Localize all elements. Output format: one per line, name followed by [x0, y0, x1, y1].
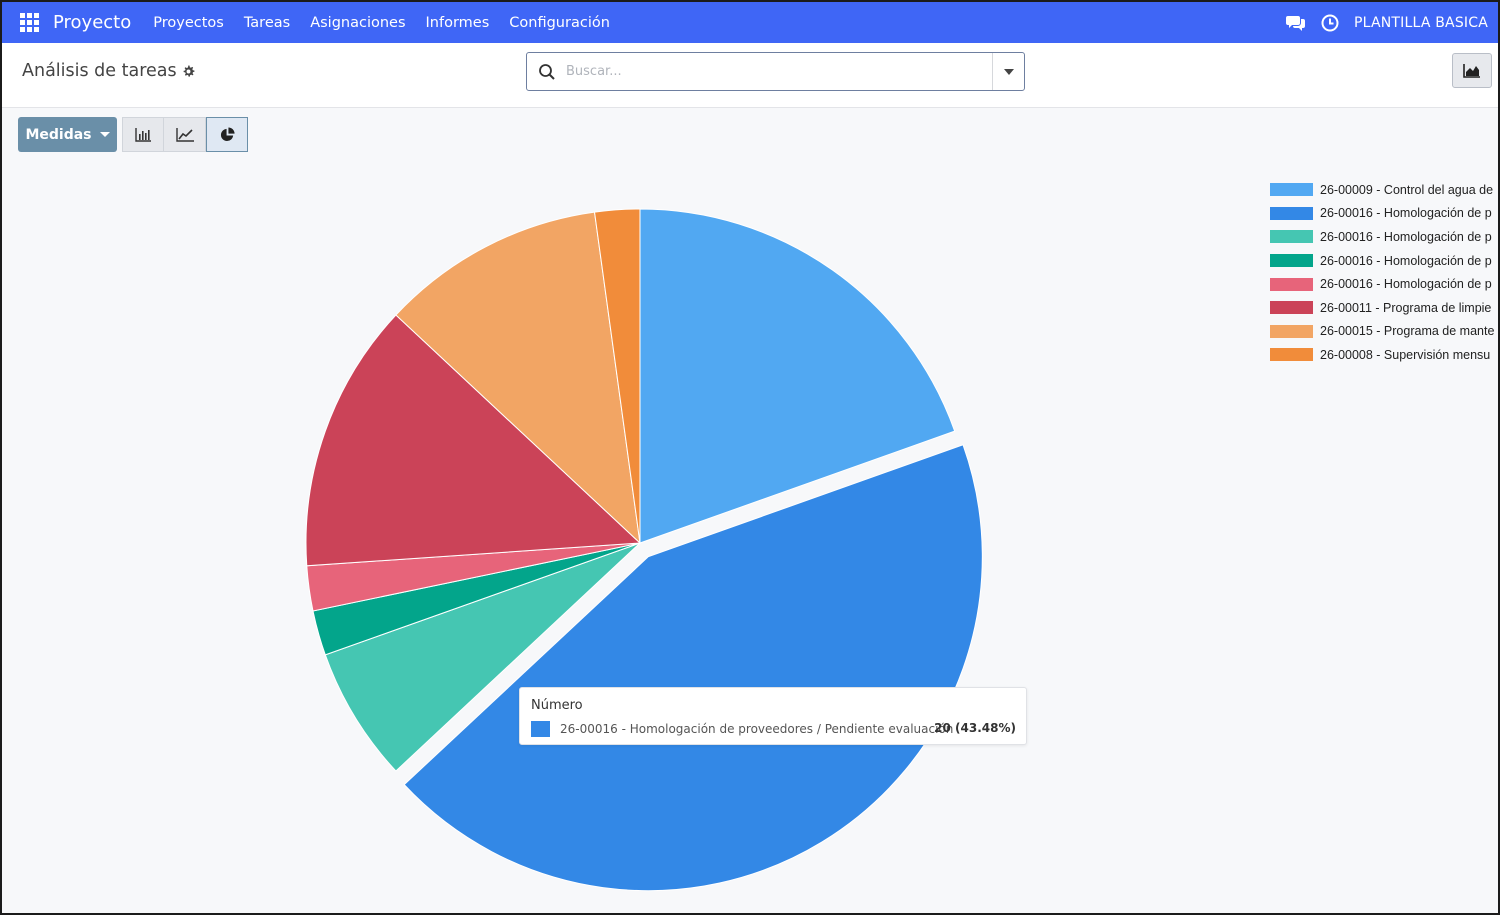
- tooltip-value: 20 (43.48%): [934, 721, 1016, 735]
- legend-item[interactable]: 26-00009 - Control del agua de: [1270, 178, 1498, 202]
- legend-label: 26-00016 - Homologación de p: [1320, 253, 1492, 268]
- legend-swatch: [1270, 183, 1313, 197]
- tooltip-row: 26-00016 - Homologación de proveedores /…: [531, 721, 953, 737]
- tooltip-title: Número: [531, 698, 583, 713]
- legend-swatch: [1270, 324, 1313, 338]
- tooltip-swatch: [531, 721, 550, 737]
- legend-label: 26-00011 - Programa de limpie: [1320, 300, 1492, 315]
- chart-legend: 26-00009 - Control del agua de 26-00016 -…: [1270, 178, 1498, 367]
- tooltip-label: 26-00016 - Homologación de proveedores /…: [560, 722, 954, 736]
- legend-swatch: [1270, 301, 1313, 315]
- legend-item[interactable]: 26-00016 - Homologación de p: [1270, 249, 1498, 273]
- legend-item[interactable]: 26-00016 - Homologación de p: [1270, 225, 1498, 249]
- legend-label: 26-00016 - Homologación de p: [1320, 206, 1492, 221]
- legend-item[interactable]: 26-00008 - Supervisión mensu: [1270, 343, 1498, 367]
- legend-label: 26-00008 - Supervisión mensu: [1320, 347, 1491, 362]
- legend-label: 26-00016 - Homologación de p: [1320, 229, 1492, 244]
- legend-label: 26-00009 - Control del agua de: [1320, 182, 1494, 197]
- legend-label: 26-00015 - Programa de mante: [1320, 324, 1495, 339]
- legend-swatch: [1270, 277, 1313, 291]
- legend-swatch: [1270, 230, 1313, 244]
- legend-item[interactable]: 26-00016 - Homologación de p: [1270, 202, 1498, 226]
- legend-item[interactable]: 26-00011 - Programa de limpie: [1270, 296, 1498, 320]
- legend-label: 26-00016 - Homologación de p: [1320, 277, 1492, 292]
- pie-chart: [305, 208, 983, 892]
- legend-item[interactable]: 26-00015 - Programa de mante: [1270, 320, 1498, 344]
- legend-swatch: [1270, 348, 1313, 362]
- legend-swatch: [1270, 254, 1313, 268]
- chart-tooltip: Número 26-00016 - Homologación de provee…: [519, 687, 1027, 745]
- legend-item[interactable]: 26-00016 - Homologación de p: [1270, 272, 1498, 296]
- legend-swatch: [1270, 206, 1313, 220]
- app-window: Proyecto Proyectos Tareas Asignaciones I…: [0, 0, 1500, 915]
